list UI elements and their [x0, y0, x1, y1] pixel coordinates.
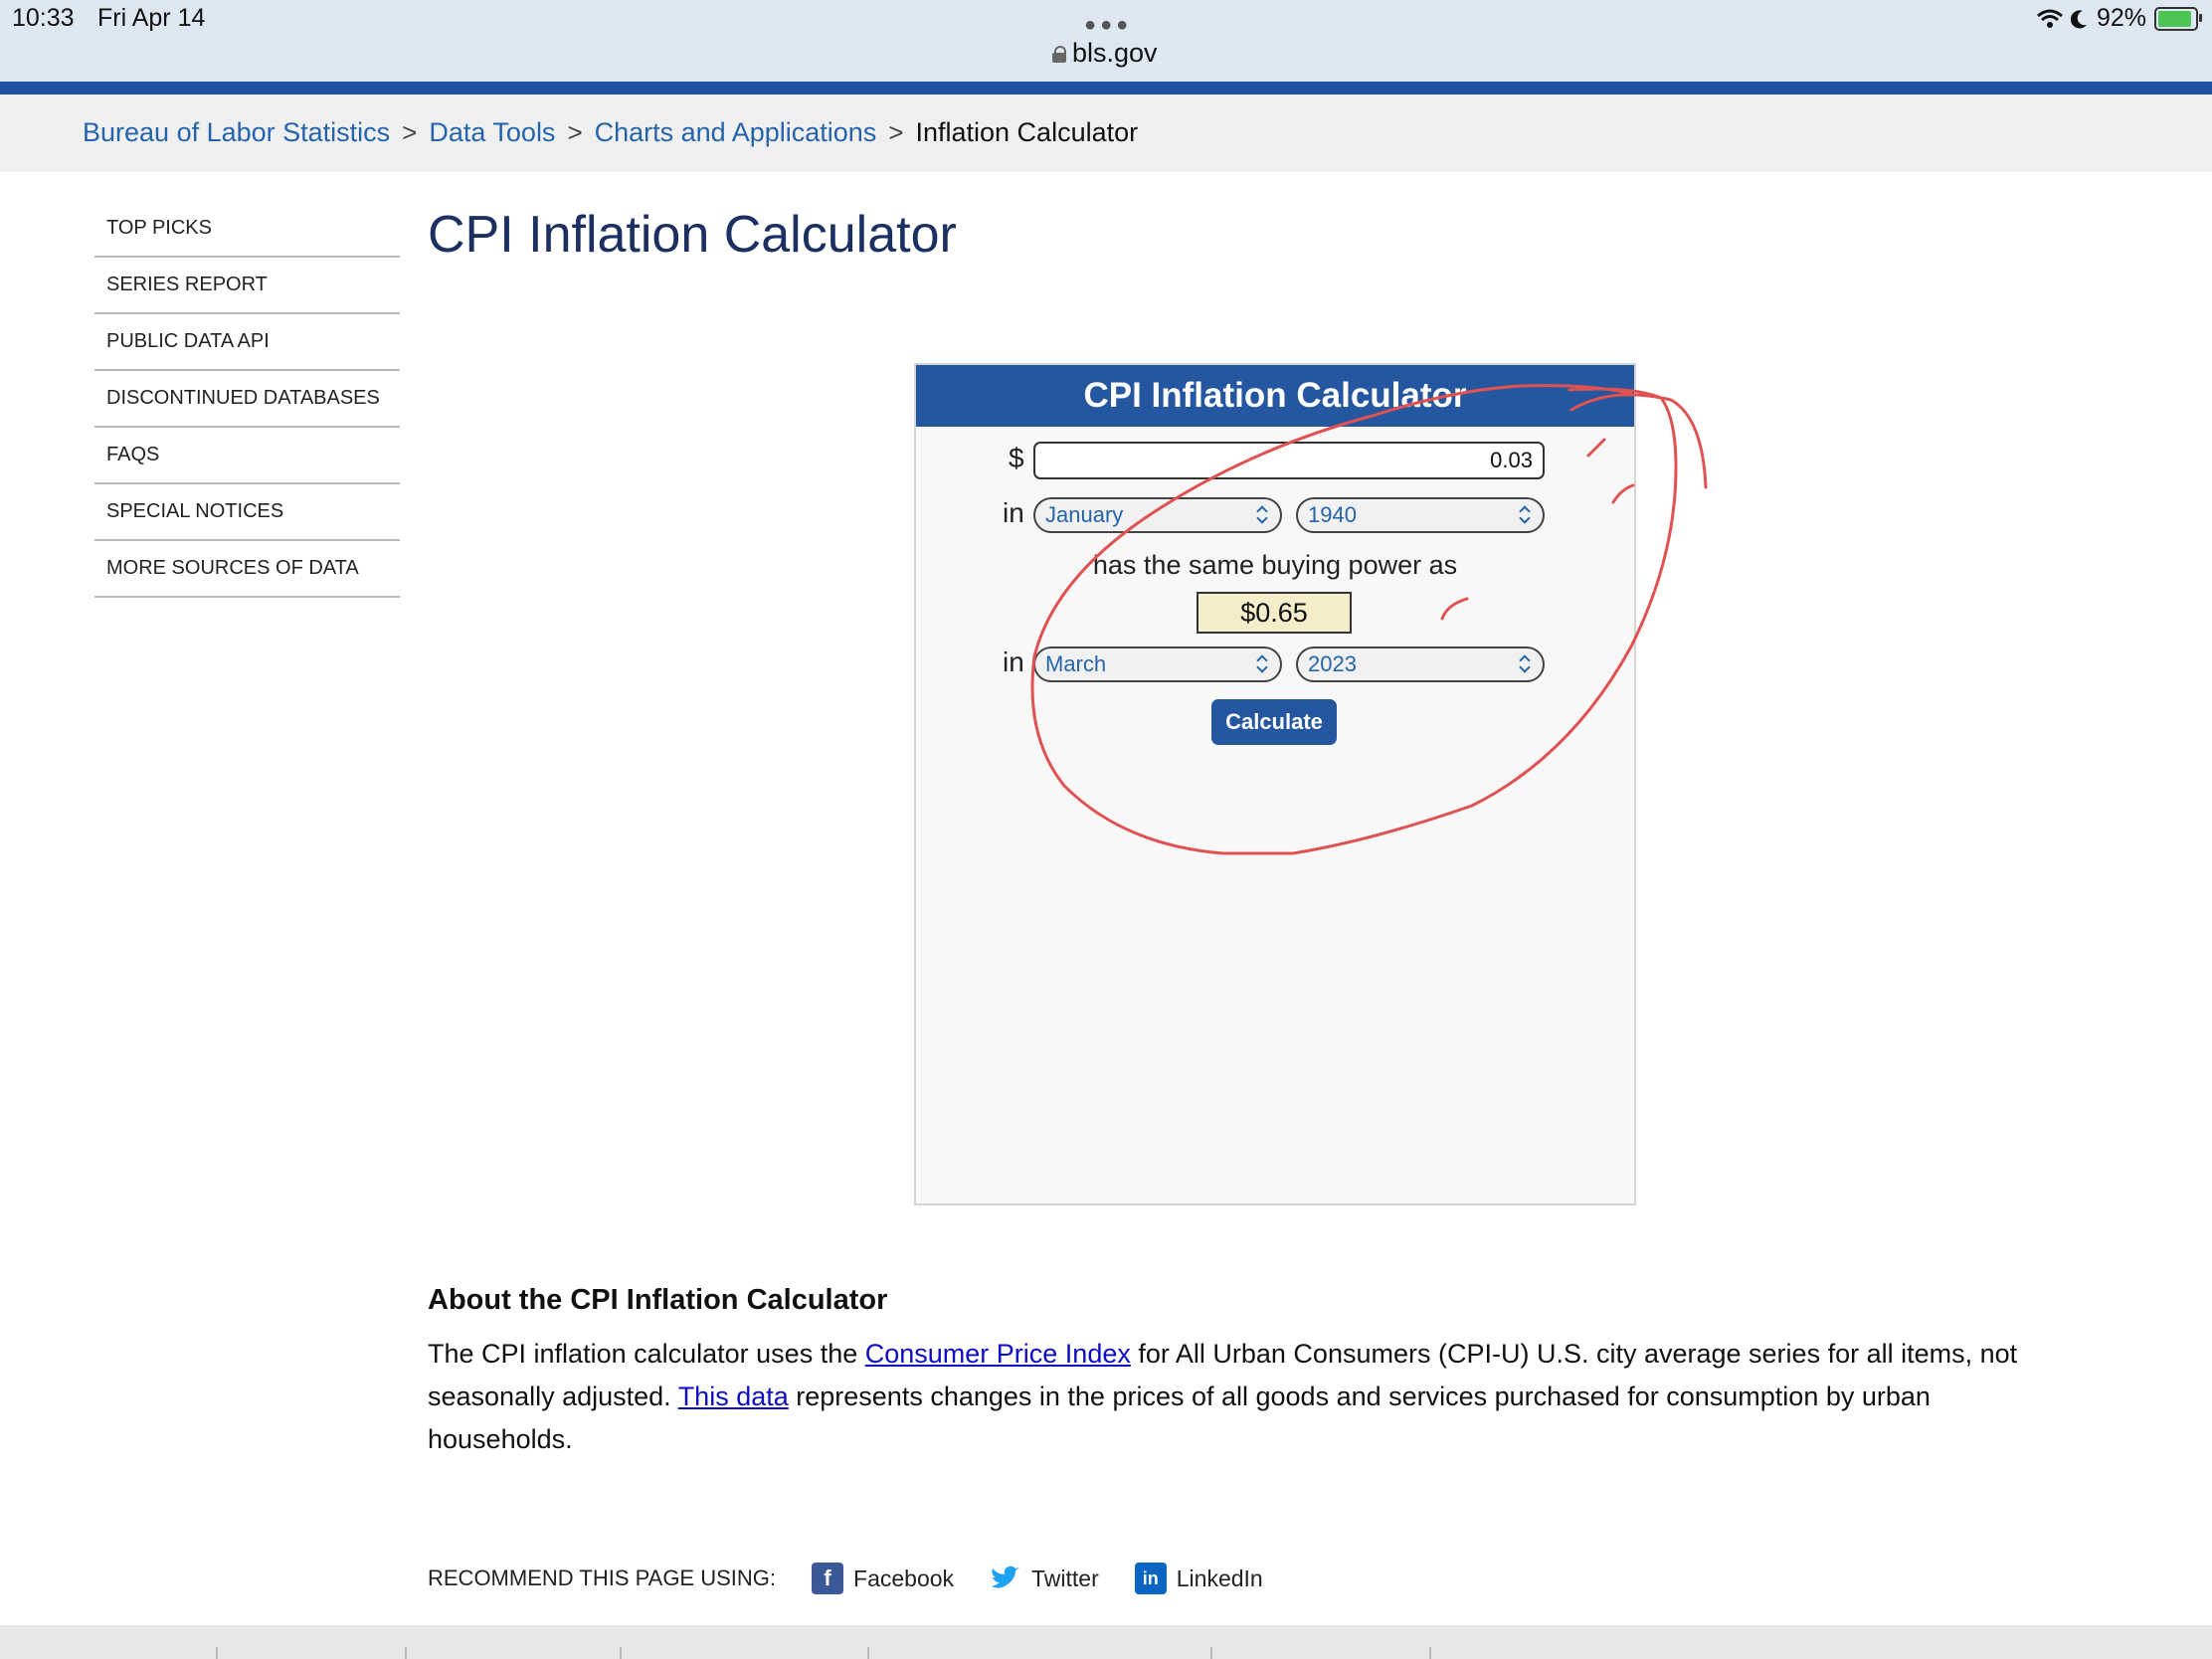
linkedin-share[interactable]: in LinkedIn — [1134, 1563, 1263, 1594]
footer-divider — [1210, 1647, 1212, 1659]
linkedin-icon: in — [1134, 1563, 1167, 1594]
about-paragraph: The CPI inflation calculator uses the Co… — [428, 1333, 2079, 1461]
consumer-price-index-link[interactable]: Consumer Price Index — [865, 1339, 1131, 1369]
recommend-bar: RECOMMEND THIS PAGE USING: f Facebook Tw… — [428, 1563, 1263, 1594]
facebook-share[interactable]: f Facebook — [812, 1563, 954, 1594]
about-text-1: The CPI inflation calculator uses the — [428, 1339, 865, 1369]
footer-divider — [1429, 1647, 1431, 1659]
facebook-icon: f — [812, 1563, 844, 1594]
linkedin-label: LinkedIn — [1176, 1565, 1263, 1591]
footer-divider — [867, 1647, 869, 1659]
footer-divider — [620, 1647, 622, 1659]
this-data-link[interactable]: This data — [678, 1382, 789, 1411]
facebook-label: Facebook — [853, 1565, 955, 1591]
footer-bar — [0, 1625, 2212, 1659]
about-title: About the CPI Inflation Calculator — [428, 1284, 888, 1316]
footer-divider — [216, 1647, 218, 1659]
twitter-icon — [992, 1566, 1020, 1588]
footer-divider — [405, 1647, 407, 1659]
twitter-label: Twitter — [1031, 1565, 1099, 1591]
twitter-share[interactable]: Twitter — [990, 1565, 1099, 1592]
recommend-label: RECOMMEND THIS PAGE USING: — [428, 1566, 777, 1590]
